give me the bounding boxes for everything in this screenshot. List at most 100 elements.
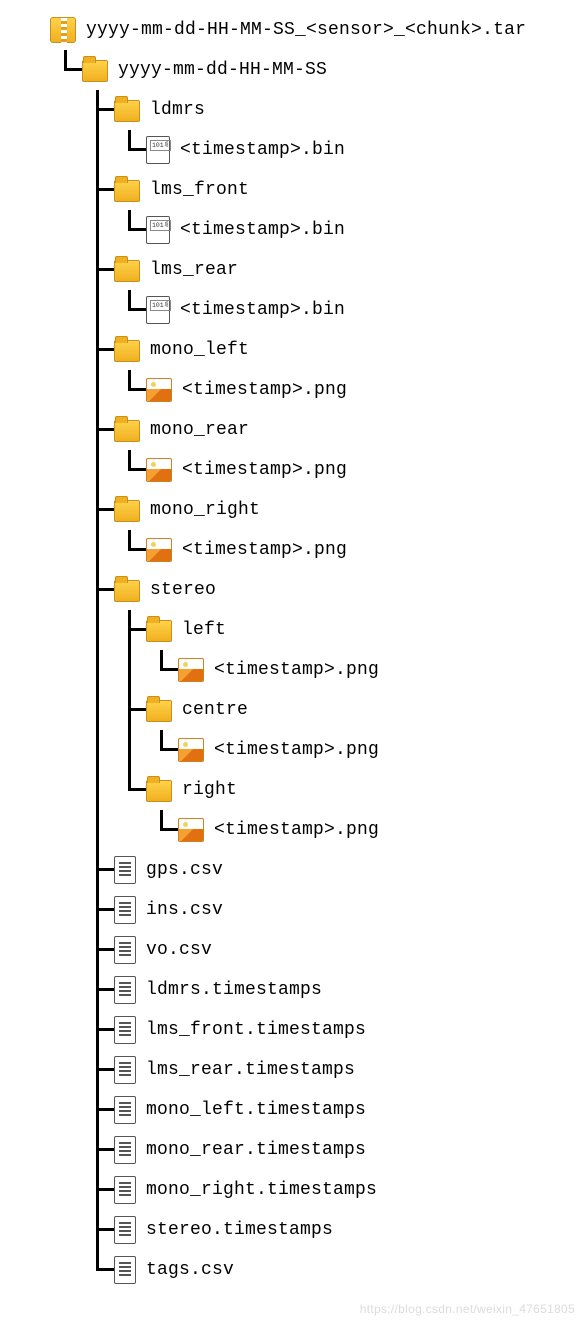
node-label: mono_right.timestamps: [146, 1180, 377, 1200]
node-label: <timestamp>.bin: [180, 220, 345, 240]
tree-connector: [50, 1250, 82, 1290]
node-label: <timestamp>.bin: [180, 140, 345, 160]
tree-connector: [50, 330, 82, 370]
archive-icon: [50, 17, 76, 43]
node-label: <timestamp>.bin: [180, 300, 345, 320]
node-label: mono_right: [150, 500, 260, 520]
tree-connector: [50, 290, 82, 330]
tree-node: vo.csv: [50, 930, 575, 970]
tree-node: <timestamp>.png: [50, 530, 575, 570]
tree-connector: [82, 250, 114, 290]
tree-connector: [82, 330, 114, 370]
tree-connector: [82, 850, 114, 890]
tree-connector: [50, 690, 82, 730]
node-label: <timestamp>.png: [214, 820, 379, 840]
tree-node: <timestamp>.png: [50, 370, 575, 410]
tree-connector: [82, 770, 114, 810]
tree-connector: [50, 570, 82, 610]
tree-node: mono_rear: [50, 410, 575, 450]
imgfile-icon: [178, 658, 204, 682]
node-label: lms_front.timestamps: [146, 1020, 366, 1040]
tree-connector: [114, 770, 146, 810]
tree-connector: [82, 170, 114, 210]
node-label: <timestamp>.png: [182, 460, 347, 480]
tree-connector: [50, 650, 82, 690]
binfile-icon: [146, 216, 170, 244]
directory-tree: yyyy-mm-dd-HH-MM-SS_<sensor>_<chunk>.tar…: [50, 10, 575, 1290]
txtfile-icon: [114, 976, 136, 1004]
tree-connector: [82, 610, 114, 650]
tree-connector: [82, 810, 114, 850]
tree-connector: [82, 450, 114, 490]
tree-connector: [146, 810, 178, 850]
folder-icon: [114, 100, 140, 122]
tree-node: <timestamp>.bin: [50, 210, 575, 250]
folder-icon: [114, 580, 140, 602]
tree-connector: [50, 1170, 82, 1210]
tree-connector: [50, 770, 82, 810]
tree-connector: [50, 490, 82, 530]
tree-connector: [50, 730, 82, 770]
txtfile-icon: [114, 856, 136, 884]
node-label: right: [182, 780, 237, 800]
imgfile-icon: [178, 738, 204, 762]
tree-connector: [82, 290, 114, 330]
node-label: ldmrs.timestamps: [146, 980, 322, 1000]
tree-node: ins.csv: [50, 890, 575, 930]
folder-icon: [146, 700, 172, 722]
watermark-text: https://blog.csdn.net/weixin_47651805: [360, 1302, 575, 1316]
tree-node: <timestamp>.png: [50, 450, 575, 490]
tree-node: <timestamp>.bin: [50, 290, 575, 330]
tree-connector: [114, 530, 146, 570]
tree-node: <timestamp>.png: [50, 730, 575, 770]
tree-connector: [114, 210, 146, 250]
tree-connector: [50, 50, 82, 90]
tree-connector: [50, 170, 82, 210]
tree-connector: [50, 1010, 82, 1050]
tree-connector: [82, 1050, 114, 1090]
node-label: left: [182, 620, 226, 640]
tree-node: stereo.timestamps: [50, 1210, 575, 1250]
tree-node: mono_left.timestamps: [50, 1090, 575, 1130]
tree-node: yyyy-mm-dd-HH-MM-SS: [50, 50, 575, 90]
tree-connector: [82, 90, 114, 130]
node-label: mono_left: [150, 340, 249, 360]
tree-node: <timestamp>.png: [50, 650, 575, 690]
tree-node: yyyy-mm-dd-HH-MM-SS_<sensor>_<chunk>.tar: [50, 10, 575, 50]
folder-icon: [146, 780, 172, 802]
tree-connector: [82, 930, 114, 970]
node-label: gps.csv: [146, 860, 223, 880]
node-label: stereo.timestamps: [146, 1220, 333, 1240]
folder-icon: [114, 420, 140, 442]
folder-icon: [114, 180, 140, 202]
node-label: <timestamp>.png: [214, 660, 379, 680]
node-label: yyyy-mm-dd-HH-MM-SS: [118, 60, 327, 80]
folder-icon: [114, 500, 140, 522]
node-label: mono_rear.timestamps: [146, 1140, 366, 1160]
tree-node: mono_rear.timestamps: [50, 1130, 575, 1170]
tree-connector: [82, 570, 114, 610]
tree-node: gps.csv: [50, 850, 575, 890]
tree-connector: [82, 1090, 114, 1130]
tree-connector: [50, 410, 82, 450]
tree-connector: [114, 650, 146, 690]
tree-node: ldmrs.timestamps: [50, 970, 575, 1010]
tree-connector: [82, 410, 114, 450]
tree-connector: [82, 490, 114, 530]
tree-node: lms_front: [50, 170, 575, 210]
tree-connector: [82, 1170, 114, 1210]
node-label: mono_rear: [150, 420, 249, 440]
tree-connector: [146, 650, 178, 690]
node-label: tags.csv: [146, 1260, 234, 1280]
tree-connector: [114, 610, 146, 650]
tree-connector: [82, 1010, 114, 1050]
tree-connector: [82, 970, 114, 1010]
txtfile-icon: [114, 1016, 136, 1044]
tree-connector: [50, 970, 82, 1010]
binfile-icon: [146, 136, 170, 164]
tree-node: <timestamp>.png: [50, 810, 575, 850]
tree-node: mono_left: [50, 330, 575, 370]
tree-connector: [82, 130, 114, 170]
tree-node: <timestamp>.bin: [50, 130, 575, 170]
node-label: <timestamp>.png: [214, 740, 379, 760]
